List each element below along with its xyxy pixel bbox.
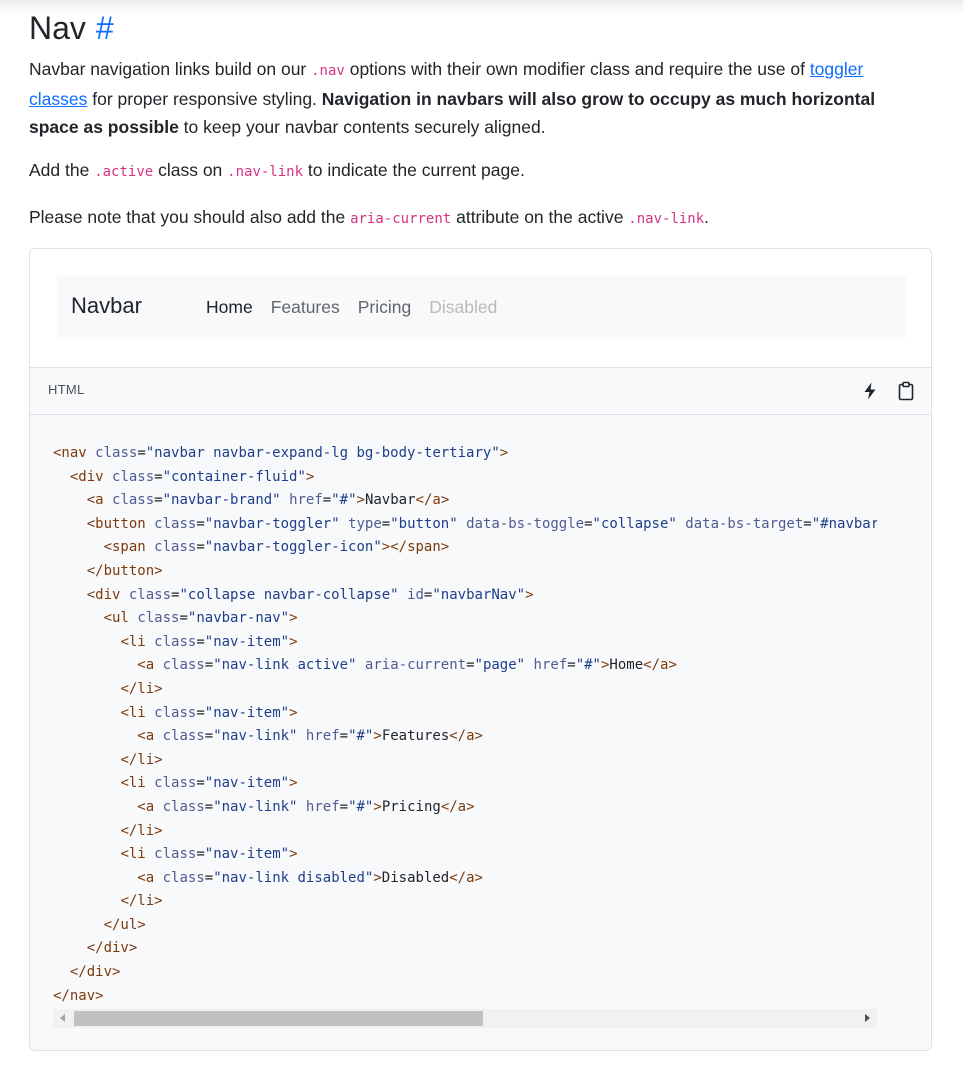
navbar-brand[interactable]: Navbar xyxy=(71,293,142,319)
code-line: <a class="navbar-brand" href="#">Navbar<… xyxy=(86,492,450,509)
section-heading: Nav # xyxy=(29,6,114,50)
code-content: <nav class="navbar navbar-expand-lg bg-b… xyxy=(53,442,877,1008)
code-line: </ul> xyxy=(103,916,146,933)
example-preview: Navbar Home Features Pricing Disabled xyxy=(30,249,931,368)
navbar: Navbar Home Features Pricing Disabled xyxy=(57,276,906,339)
inline-code: aria-current xyxy=(350,211,452,227)
text: Navbar navigation links build on our xyxy=(29,59,312,79)
text: attribute on the active xyxy=(451,207,629,227)
navbar-nav: Home Features Pricing Disabled xyxy=(197,297,506,318)
code-line: <a class="nav-link active" aria-current=… xyxy=(137,657,677,674)
code-line: </li> xyxy=(120,822,163,839)
inline-code: .nav-link xyxy=(628,211,705,227)
scroll-left-arrow-icon[interactable] xyxy=(60,1014,65,1022)
intro-paragraph-1: Navbar navigation links build on our .na… xyxy=(29,55,909,141)
text: to keep your navbar contents securely al… xyxy=(178,117,546,137)
nav-link-disabled: Disabled xyxy=(429,297,498,317)
code-line: <ul class="navbar-nav"> xyxy=(103,610,298,627)
clipboard-icon[interactable] xyxy=(896,381,916,401)
code-line: <span class="navbar-toggler-icon"></span… xyxy=(103,539,450,556)
text: . xyxy=(704,207,710,227)
intro-paragraph-2: Add the .active class on .nav-link to in… xyxy=(29,156,909,186)
code-line: <li class="nav-item"> xyxy=(120,633,298,650)
code-line: <li class="nav-item"> xyxy=(120,775,298,792)
code-line: </div> xyxy=(69,964,121,981)
inline-code: .nav-link xyxy=(227,164,304,180)
section-title: Nav xyxy=(29,10,86,46)
code-line: <a class="nav-link" href="#">Pricing</a> xyxy=(137,798,475,815)
text: for proper responsive styling. xyxy=(87,89,322,109)
nav-link-features[interactable]: Features xyxy=(262,297,349,318)
intro-paragraph-3: Please note that you should also add the… xyxy=(29,203,909,233)
code-line: <li class="nav-item"> xyxy=(120,846,298,863)
scrollbar-thumb[interactable] xyxy=(74,1011,483,1026)
code-line: </li> xyxy=(120,680,163,697)
text: Add the xyxy=(29,160,95,180)
code-line: <div class="container-fluid"> xyxy=(69,468,315,485)
code-line: <a class="nav-link disabled">Disabled</a… xyxy=(137,869,483,886)
top-shadow xyxy=(0,0,963,14)
inline-code: .active xyxy=(94,164,154,180)
code-line: </nav> xyxy=(53,987,104,1004)
code-line: <div class="collapse navbar-collapse" id… xyxy=(86,586,534,603)
nav-link-pricing[interactable]: Pricing xyxy=(349,297,421,318)
lightning-icon[interactable] xyxy=(860,381,880,401)
code-block: <nav class="navbar navbar-expand-lg bg-b… xyxy=(30,415,931,1050)
code-line: <button class="navbar-toggler" type="but… xyxy=(86,515,877,532)
nav-link-home[interactable]: Home xyxy=(197,297,262,318)
text: to indicate the current page. xyxy=(303,160,525,180)
text: Please note that you should also add the xyxy=(29,207,351,227)
scroll-right-arrow-icon[interactable] xyxy=(865,1014,870,1022)
code-toolbar: HTML xyxy=(30,368,931,415)
code-language-label: HTML xyxy=(48,382,85,397)
horizontal-scrollbar[interactable] xyxy=(53,1009,877,1028)
code-line: <nav class="navbar navbar-expand-lg bg-b… xyxy=(53,445,509,461)
code-line: </li> xyxy=(120,751,163,768)
code-line: <a class="nav-link" href="#">Features</a… xyxy=(137,728,483,745)
example-card: Navbar Home Features Pricing Disabled HT… xyxy=(29,248,932,1051)
text: options with their own modifier class an… xyxy=(344,59,810,79)
inline-code: .nav xyxy=(311,63,345,79)
code-line: </button> xyxy=(86,562,163,579)
code-line: </li> xyxy=(120,893,163,910)
code-line: </div> xyxy=(86,940,138,957)
anchor-link[interactable]: # xyxy=(96,10,114,46)
text: class on xyxy=(153,160,228,180)
code-line: <li class="nav-item"> xyxy=(120,704,298,721)
